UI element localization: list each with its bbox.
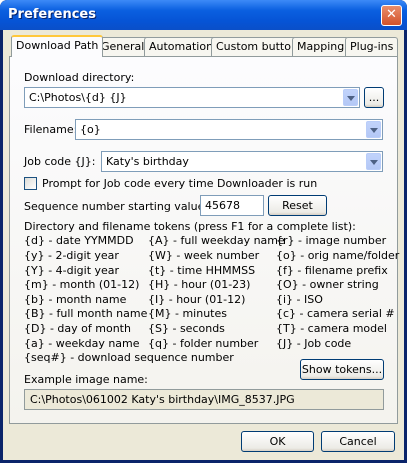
tab-general[interactable]: General [96,37,150,56]
browse-label: ... [368,91,380,104]
example-label: Example image name: [24,373,148,386]
show-tokens-label: Show tokens... [301,363,383,376]
token-item: {J} - Job code [276,337,352,350]
job-code-combo[interactable]: Katy's birthday [101,151,383,172]
dialog-body: Download Path General Automation Custom … [3,30,404,460]
tab-automation[interactable]: Automation [144,37,219,56]
token-item: {W} - week number [148,249,260,262]
reset-button[interactable]: Reset [268,195,327,216]
token-item: {m} - month (01-12) [24,278,140,291]
tab-plug-ins[interactable]: Plug-ins [345,37,399,56]
tab-mapping[interactable]: Mapping [292,37,350,56]
tab-label: Custom button [216,40,298,53]
token-item: {B} - full month name [24,307,148,320]
tab-label: General [101,40,145,53]
token-item: {seq#} - download sequence number [24,351,234,364]
token-item: {A} - full weekday name [148,234,285,247]
close-button[interactable]: ✕ [381,5,402,26]
token-item: {d} - date YYMMDD [24,234,134,247]
download-directory-label: Download directory: [24,71,135,84]
token-item: {i} - ISO [276,293,323,306]
token-item: {c} - camera serial # [276,307,395,320]
token-item: {S} - seconds [148,322,225,335]
preferences-window: Preferences ✕ Download Path General Auto… [0,0,407,463]
tab-label: Automation [149,40,214,53]
job-code-label: Job code {J}: [24,155,96,168]
job-code-value: Katy's birthday [106,155,189,168]
browse-button[interactable]: ... [364,87,384,108]
sequence-value: 45678 [205,199,240,212]
token-item: {f} - filename prefix [276,264,388,277]
download-directory-value: C:\Photos\{d} {J} [29,91,127,104]
token-item: {H} - hour (01-23) [148,278,251,291]
tab-label: Download Path [16,39,99,52]
token-item: {Y} - 4-digit year [24,264,120,277]
download-directory-combo[interactable]: C:\Photos\{d} {J} [24,87,360,108]
chevron-down-icon[interactable] [366,121,381,138]
ok-button[interactable]: OK [241,431,314,452]
tab-custom-button[interactable]: Custom button [211,37,303,56]
token-item: {o} - orig name/folder [276,249,400,262]
close-icon: ✕ [386,7,397,22]
cancel-label: Cancel [339,435,377,448]
chevron-down-icon[interactable] [343,89,358,106]
tab-label: Plug-ins [350,40,394,53]
window-title: Preferences [8,7,96,22]
example-value: C:\Photos\061002 Katy's birthday\IMG_853… [30,393,295,406]
token-item: {r} - image number [276,234,387,247]
tokens-heading: Directory and filename tokens (press F1 … [24,220,356,233]
ok-label: OK [269,435,286,448]
filename-combo[interactable]: {o} [75,119,383,140]
token-item: {q} - folder number [148,337,259,350]
chevron-down-icon[interactable] [366,153,381,170]
filename-value: {o} [80,123,101,136]
tab-download-path[interactable]: Download Path [11,35,104,57]
token-item: {M} - minutes [148,307,227,320]
token-item: {D} - day of month [24,322,131,335]
title-bar[interactable]: Preferences ✕ [0,0,407,30]
token-item: {t} - time HHMMSS [148,264,256,277]
reset-label: Reset [282,199,313,212]
token-item: {a} - weekday name [24,337,140,350]
filename-label: Filename: [24,123,78,136]
prompt-job-code-checkbox[interactable] [24,177,37,190]
sequence-label: Sequence number starting value: [24,200,209,213]
show-tokens-button[interactable]: Show tokens... [300,359,384,380]
example-image-name: C:\Photos\061002 Katy's birthday\IMG_853… [24,389,384,410]
download-path-panel: Download directory: C:\Photos\{d} {J} ..… [9,56,400,424]
token-item: {T} - camera model [276,322,387,335]
token-item: {O} - owner string [276,278,379,291]
token-item: {y} - 2-digit year [24,249,119,262]
prompt-job-code-label[interactable]: Prompt for Job code every time Downloade… [42,177,317,190]
token-item: {b} - month name [24,293,127,306]
sequence-input[interactable]: 45678 [200,195,264,216]
cancel-button[interactable]: Cancel [321,431,395,452]
tab-label: Mapping [297,40,345,53]
token-item: {I} - hour (01-12) [148,293,246,306]
